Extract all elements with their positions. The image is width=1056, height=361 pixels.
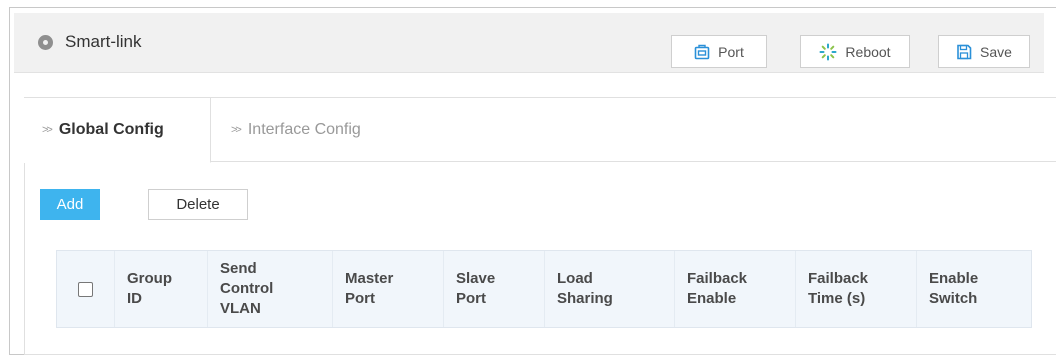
port-button-label: Port — [718, 43, 744, 60]
delete-button[interactable]: Delete — [148, 189, 248, 220]
table-header-select-all — [57, 251, 115, 327]
add-button[interactable]: Add — [40, 189, 100, 220]
tab-interface-config-label: Interface Config — [247, 121, 361, 138]
column-header-group-id: Group ID — [115, 251, 208, 327]
reboot-icon — [819, 43, 837, 60]
port-button[interactable]: Port — [671, 35, 767, 68]
double-chevron-right-icon: >> — [231, 124, 242, 136]
save-button[interactable]: Save — [938, 35, 1030, 68]
page-header: Smart-link Port Reboot Save — [14, 13, 1044, 73]
reboot-button[interactable]: Reboot — [800, 35, 910, 68]
tab-global-config[interactable]: >> Global Config — [24, 98, 211, 163]
save-icon — [957, 44, 972, 59]
smart-link-table-header: Group ID Send Control VLAN Master Port Slave… — [56, 250, 1032, 328]
page-title-group: Smart-link — [38, 32, 142, 52]
save-button-label: Save — [980, 43, 1012, 60]
column-header-slave-port: Slave Port — [444, 251, 545, 327]
tab-bar: >> Global Config >> Interface Config — [24, 98, 1056, 163]
column-header-master-port: Master Port — [333, 251, 444, 327]
location-pin-icon — [38, 34, 53, 50]
column-header-failback-time: Failback Time (s) — [796, 251, 917, 327]
port-icon — [694, 44, 710, 59]
column-header-send-control-vlan: Send Control VLAN — [208, 251, 333, 327]
column-header-load-sharing: Load Sharing — [545, 251, 675, 327]
tab-interface-config[interactable]: >> Interface Config — [231, 98, 361, 162]
reboot-button-label: Reboot — [845, 43, 891, 60]
select-all-checkbox[interactable] — [78, 281, 93, 297]
column-header-failback-enable: Failback Enable — [675, 251, 796, 327]
double-chevron-right-icon: >> — [42, 124, 53, 136]
column-header-enable-switch: Enable Switch — [929, 270, 979, 307]
page-title: Smart-link — [65, 32, 142, 51]
tab-global-config-label: Global Config — [58, 121, 164, 138]
